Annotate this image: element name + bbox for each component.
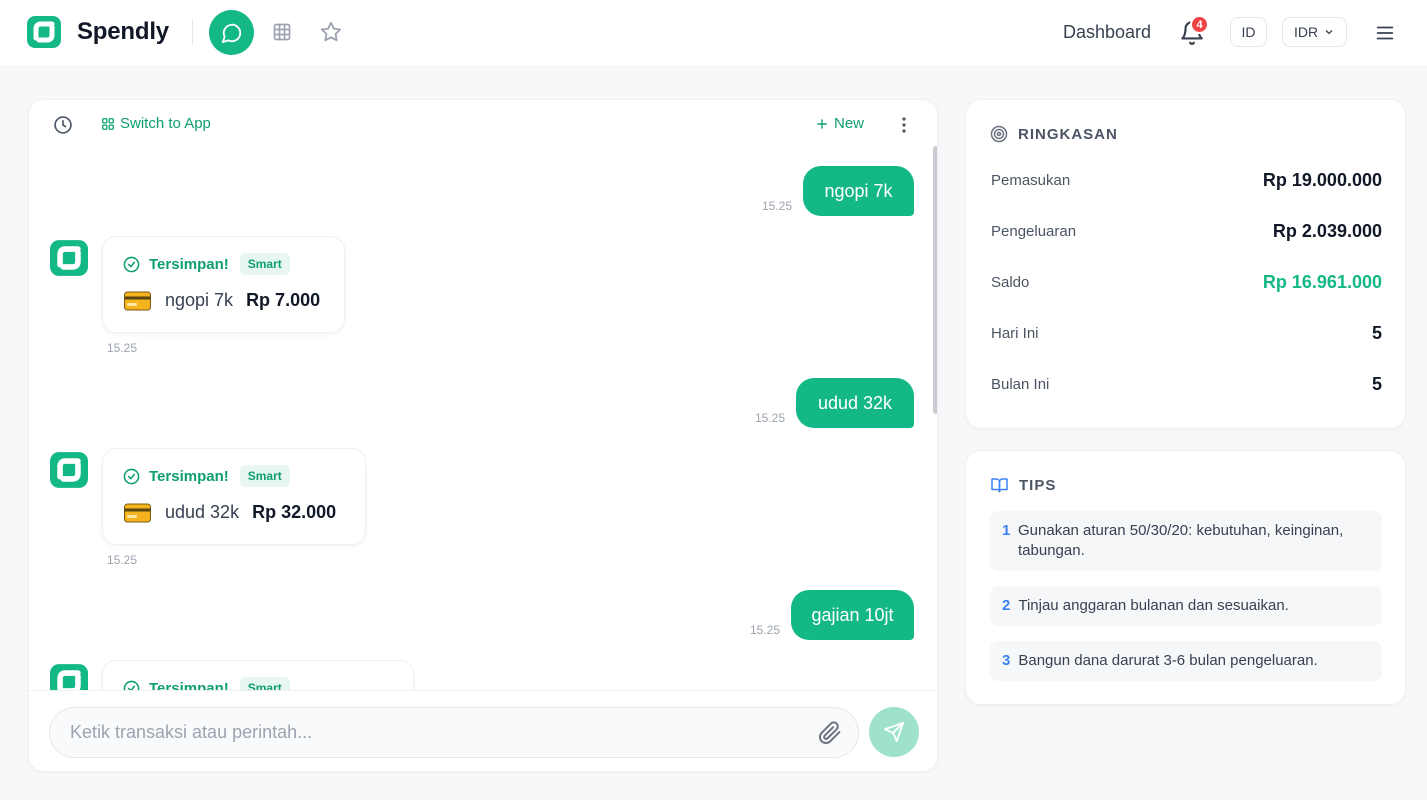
saved-status: Tersimpan! <box>149 255 229 273</box>
tip-text: Bangun dana darurat 3-6 bulan pengeluara… <box>1018 652 1318 669</box>
bot-avatar <box>50 452 88 488</box>
summary-label: Pengeluaran <box>991 222 1077 240</box>
switch-to-app-label: Switch to App <box>120 115 211 132</box>
book-open-icon <box>991 478 1008 493</box>
summary-label: Pemasukan <box>991 171 1071 189</box>
hamburger-menu-icon <box>1376 26 1394 40</box>
nav-chat-button[interactable] <box>209 10 254 55</box>
bot-avatar <box>50 664 88 690</box>
check-circle-icon <box>123 468 140 484</box>
send-icon <box>883 721 905 743</box>
message-list[interactable]: 15.25 ngopi 7k Tersimpan! Smart ngopi 7k… <box>29 100 929 690</box>
summary-value: Rp 2.039.000 <box>1272 220 1382 241</box>
user-message: ngopi 7k <box>803 166 914 216</box>
summary-row-expense: Pengeluaran Rp 2.039.000 <box>991 219 1382 243</box>
transaction-name: ngopi 7k <box>165 290 234 310</box>
chat-icon <box>221 23 241 43</box>
message-time: 15.25 <box>762 199 793 213</box>
history-clock-icon[interactable] <box>53 115 73 135</box>
summary-title-text: RINGKASAN <box>1018 125 1118 143</box>
chat-panel: 15.25 ngopi 7k Tersimpan! Smart ngopi 7k… <box>28 99 938 772</box>
tip-number: 3 <box>1002 652 1011 669</box>
tip-text: Gunakan aturan 50/30/20: kebutuhan, kein… <box>1018 522 1344 559</box>
summary-value: Rp 19.000.000 <box>1262 169 1382 190</box>
bot-reply-card: Tersimpan! Smart ngopi 7k Rp 7.000 <box>102 236 345 333</box>
nav-favorites-button[interactable] <box>319 20 343 44</box>
transaction-amount: Rp 32.000 <box>252 502 337 522</box>
credit-card-icon <box>124 291 151 310</box>
summary-value: Rp 16.961.000 <box>1262 271 1382 292</box>
menu-button[interactable] <box>1372 20 1398 46</box>
check-circle-icon <box>123 680 140 690</box>
summary-card: RINGKASAN Pemasukan Rp 19.000.000 Pengel… <box>965 99 1406 429</box>
top-bar: Spendly Dashboard 4 ID IDR <box>0 0 1427 67</box>
bot-reply-card: Tersimpan! Smart <box>102 660 414 690</box>
plus-icon <box>817 118 827 129</box>
more-options-button[interactable] <box>895 115 913 135</box>
table-grid-icon <box>273 23 291 41</box>
message-time: 15.25 <box>750 623 781 637</box>
chat-scrollbar[interactable] <box>933 146 937 414</box>
smart-badge: Smart <box>239 253 290 275</box>
more-vertical-icon <box>902 117 906 133</box>
message-time: 15.25 <box>107 553 138 567</box>
summary-value: 5 <box>1371 322 1382 343</box>
saved-status: Tersimpan! <box>149 467 229 485</box>
chat-header: Switch to App New <box>29 100 937 148</box>
chat-input-area <box>29 690 937 771</box>
send-button[interactable] <box>869 707 919 757</box>
dashboard-link[interactable]: Dashboard <box>1063 22 1151 43</box>
tips-title-text: TIPS <box>1019 476 1057 494</box>
bot-avatar <box>50 240 88 276</box>
summary-label: Saldo <box>991 273 1030 291</box>
saved-status: Tersimpan! <box>149 679 229 691</box>
tip-number: 2 <box>1002 597 1011 614</box>
summary-label: Bulan Ini <box>991 375 1050 393</box>
spendly-logo-icon[interactable] <box>27 16 61 48</box>
summary-row-balance: Saldo Rp 16.961.000 <box>991 270 1382 294</box>
divider <box>192 19 193 45</box>
grid-icon <box>102 117 114 130</box>
new-chat-label: New <box>834 115 865 132</box>
currency-label: IDR <box>1293 24 1319 40</box>
tip-item: 3 Bangun dana darurat 3-6 bulan pengelua… <box>990 641 1382 681</box>
transaction-name: udud 32k <box>165 502 240 522</box>
tip-item: 2 Tinjau anggaran bulanan dan sesuaikan. <box>990 586 1382 626</box>
language-button[interactable]: ID <box>1230 17 1267 47</box>
target-icon <box>990 125 1008 143</box>
tip-text: Tinjau anggaran bulanan dan sesuaikan. <box>1018 597 1289 614</box>
app-name[interactable]: Spendly <box>77 18 169 46</box>
tip-item: 1 Gunakan aturan 50/30/20: kebutuhan, ke… <box>990 511 1382 571</box>
summary-row-month: Bulan Ini 5 <box>991 372 1382 396</box>
tips-title: TIPS <box>990 476 1056 494</box>
user-message: udud 32k <box>796 378 914 428</box>
message-time: 15.25 <box>107 341 138 355</box>
check-circle-icon <box>123 256 140 272</box>
paperclip-icon[interactable] <box>818 721 842 745</box>
tip-number: 1 <box>1002 522 1011 539</box>
currency-select[interactable]: IDR <box>1282 17 1347 47</box>
summary-row-today: Hari Ini 5 <box>991 321 1382 345</box>
notification-badge: 4 <box>1190 15 1209 34</box>
summary-value: 5 <box>1371 373 1382 394</box>
transaction-amount: Rp 7.000 <box>246 290 321 310</box>
new-chat-button[interactable]: New <box>815 115 864 132</box>
tips-card: TIPS 1 Gunakan aturan 50/30/20: kebutuha… <box>965 450 1406 705</box>
credit-card-icon <box>124 503 151 522</box>
switch-to-app-link[interactable]: Switch to App <box>101 115 211 132</box>
user-message: gajian 10jt <box>791 590 914 640</box>
summary-title: RINGKASAN <box>990 125 1118 143</box>
summary-row-income: Pemasukan Rp 19.000.000 <box>991 168 1382 192</box>
chevron-down-icon <box>1325 30 1333 35</box>
summary-label: Hari Ini <box>991 324 1039 342</box>
nav-table-button[interactable] <box>270 20 294 44</box>
star-icon <box>320 21 342 42</box>
smart-badge: Smart <box>239 465 290 487</box>
message-time: 15.25 <box>755 411 786 425</box>
chat-input[interactable] <box>49 707 859 758</box>
bot-reply-card: Tersimpan! Smart udud 32k Rp 32.000 <box>102 448 366 545</box>
smart-badge: Smart <box>239 677 290 690</box>
